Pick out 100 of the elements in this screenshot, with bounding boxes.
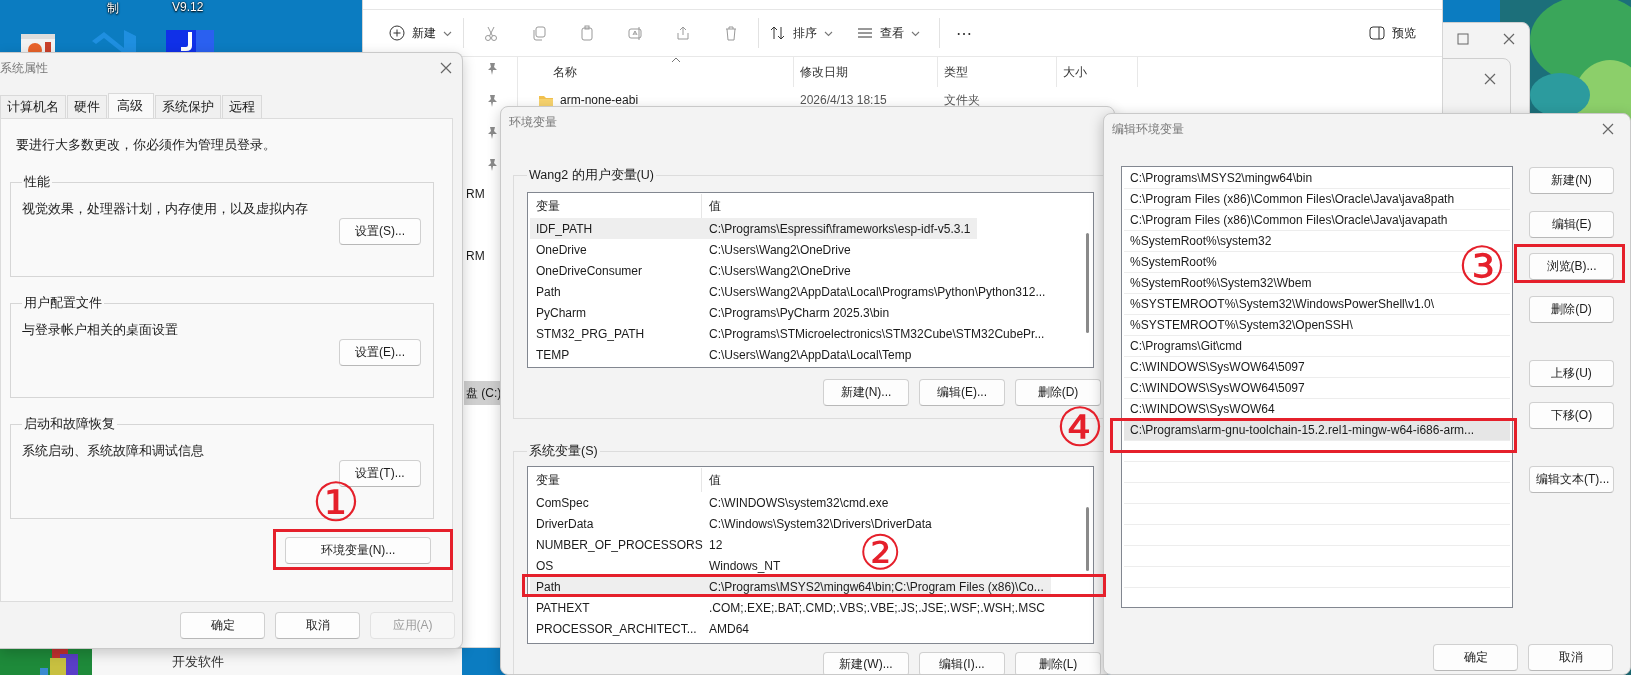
- paste-icon[interactable]: [579, 25, 595, 41]
- table-cell[interactable]: C:\Users\Wang2\OneDrive: [702, 260, 858, 281]
- list-item[interactable]: C:\Programs\MSYS2\mingw64\bin: [1124, 168, 1510, 189]
- variable-button[interactable]: 删除(L): [1015, 652, 1101, 674]
- table-cell[interactable]: C:\Programs\STMicroelectronics\STM32Cube\STM32CubePr...: [702, 323, 1052, 344]
- cube-icon[interactable]: [0, 648, 92, 675]
- variable-button[interactable]: 新建(W)...: [823, 652, 909, 674]
- table-cell[interactable]: PyCharm: [530, 302, 702, 323]
- table-cell[interactable]: OneDrive: [530, 239, 702, 260]
- table-cell[interactable]: AMD64: [702, 618, 756, 639]
- pin-icon[interactable]: [486, 126, 498, 140]
- dialog-button[interactable]: 取消: [1528, 644, 1613, 671]
- table-cell[interactable]: Path: [530, 281, 702, 302]
- table-cell[interactable]: C:\Programs\PyCharm 2025.3\bin: [702, 302, 897, 323]
- table-cell[interactable]: OS: [530, 555, 702, 576]
- close-icon[interactable]: [1503, 33, 1515, 45]
- tab[interactable]: 系统保护: [155, 95, 221, 118]
- share-icon[interactable]: [675, 25, 691, 41]
- tab[interactable]: 硬件: [67, 95, 107, 118]
- window-title: 系统属性: [0, 59, 48, 77]
- list-item[interactable]: C:\Programs\Git\cmd: [1124, 336, 1510, 357]
- column-header[interactable]: 类型: [938, 57, 1057, 87]
- settings-button[interactable]: 设置(S)...: [339, 218, 421, 245]
- desktop-icon-label[interactable]: V9.12: [172, 0, 204, 14]
- settings-button[interactable]: 设置(E)...: [339, 339, 421, 366]
- table-cell[interactable]: 12: [702, 534, 730, 555]
- nav-item[interactable]: RM: [464, 185, 487, 203]
- file-name[interactable]: arm-none-eabi: [560, 93, 639, 107]
- table-cell[interactable]: IDF_PATH: [530, 218, 702, 239]
- scrollbar[interactable]: [1086, 507, 1089, 571]
- table-cell[interactable]: C:\Programs\Espressif\frameworks\esp-idf-v5.3.1: [702, 218, 978, 239]
- list-button[interactable]: 新建(N): [1529, 167, 1614, 194]
- list-button[interactable]: 上移(U): [1529, 360, 1614, 387]
- list-button[interactable]: 下移(O): [1529, 402, 1614, 429]
- list-item[interactable]: C:\WINDOWS\SysWOW64\5097: [1124, 357, 1510, 378]
- list-button[interactable]: 编辑(E): [1529, 211, 1614, 238]
- table-cell[interactable]: PATHEXT: [530, 597, 702, 618]
- list-item[interactable]: %SYSTEMROOT%\System32\WindowsPowerShell\v1.0\: [1124, 294, 1510, 315]
- app-icon[interactable]: [166, 30, 214, 54]
- cut-icon[interactable]: [483, 25, 499, 41]
- table-cell[interactable]: .COM;.EXE;.BAT;.CMD;.VBS;.VBE;.JS;.JSE;.WSF;.WSH;.MSC: [702, 597, 1052, 618]
- table-cell[interactable]: Windows_NT: [702, 555, 788, 576]
- list-item[interactable]: C:\WINDOWS\SysWOW64\5097: [1124, 378, 1510, 399]
- table-cell[interactable]: PROCESSOR_ARCHITECT...: [530, 618, 702, 639]
- close-icon[interactable]: [1602, 123, 1614, 135]
- view-button[interactable]: 查看: [849, 17, 928, 49]
- list-item[interactable]: C:\Program Files (x86)\Common Files\Oracle\Java\java8path: [1124, 189, 1510, 210]
- nav-item[interactable]: RM: [464, 247, 487, 265]
- sort-button[interactable]: 排序: [762, 17, 841, 49]
- table-cell[interactable]: C:\Users\Wang2\OneDrive: [702, 239, 858, 260]
- maximize-icon[interactable]: [1457, 33, 1469, 45]
- pin-icon[interactable]: [486, 94, 498, 108]
- dialog-button[interactable]: 取消: [275, 612, 360, 639]
- dialog-button[interactable]: 确定: [1433, 644, 1518, 671]
- list-item[interactable]: C:\WINDOWS\SysWOW64: [1124, 399, 1510, 420]
- variable-button[interactable]: 新建(N)...: [823, 379, 909, 406]
- environment-variables-button[interactable]: 环境变量(N)...: [285, 537, 431, 564]
- new-button[interactable]: 新建: [381, 17, 460, 49]
- desktop-icon-label[interactable]: 制: [107, 0, 119, 17]
- tab[interactable]: 高级: [108, 93, 154, 118]
- table-cell[interactable]: C:\Users\Wang2\AppData\Local\Programs\Python\Python312...: [702, 281, 1053, 302]
- list-item[interactable]: C:\Programs\arm-gnu-toolchain-15.2.rel1-mingw-w64-i686-arm...: [1124, 420, 1510, 441]
- column-header[interactable]: 变量: [530, 468, 702, 492]
- table-cell[interactable]: STM32_PRG_PATH: [530, 323, 702, 344]
- app-icon[interactable]: [90, 30, 138, 54]
- group-label: 系统变量(S): [529, 444, 598, 458]
- table-cell[interactable]: DriverData: [530, 513, 702, 534]
- list-item[interactable]: %SYSTEMROOT%\System32\OpenSSH\: [1124, 315, 1510, 336]
- more-button[interactable]: ⋯: [949, 17, 979, 49]
- table-cell[interactable]: TEMP: [530, 344, 702, 365]
- list-button[interactable]: 删除(D): [1529, 296, 1614, 323]
- pin-icon[interactable]: [486, 62, 498, 76]
- list-button[interactable]: 浏览(B)...: [1529, 253, 1614, 280]
- list-button[interactable]: 编辑文本(T)...: [1529, 466, 1614, 493]
- column-header[interactable]: 名称: [518, 57, 794, 87]
- variable-button[interactable]: 删除(D): [1015, 379, 1101, 406]
- close-icon[interactable]: [440, 62, 452, 74]
- table-cell[interactable]: NUMBER_OF_PROCESSORS: [530, 534, 702, 555]
- delete-icon[interactable]: [723, 25, 739, 41]
- column-header[interactable]: 修改日期: [794, 57, 938, 87]
- rename-icon[interactable]: [627, 25, 643, 41]
- variable-button[interactable]: 编辑(E)...: [919, 379, 1005, 406]
- list-item[interactable]: C:\Program Files (x86)\Common Files\Oracle\Java\javapath: [1124, 210, 1510, 231]
- item-label[interactable]: 开发软件: [172, 653, 224, 671]
- table-cell[interactable]: OneDriveConsumer: [530, 260, 702, 281]
- column-header[interactable]: 值: [702, 195, 728, 217]
- table-cell[interactable]: C:\WINDOWS\system32\cmd.exe: [702, 492, 896, 513]
- dialog-button[interactable]: 确定: [180, 612, 265, 639]
- pin-icon[interactable]: [486, 158, 498, 172]
- scrollbar[interactable]: [1086, 233, 1089, 333]
- table-cell[interactable]: ComSpec: [530, 492, 702, 513]
- copy-icon[interactable]: [531, 25, 547, 41]
- tab[interactable]: 远程: [222, 95, 262, 118]
- column-header[interactable]: 值: [702, 469, 728, 491]
- close-icon[interactable]: [1484, 73, 1496, 85]
- column-header[interactable]: 大小: [1057, 57, 1138, 87]
- tab[interactable]: 计算机名: [0, 95, 66, 118]
- preview-button[interactable]: 预览: [1361, 17, 1424, 49]
- variable-button[interactable]: 编辑(I)...: [919, 652, 1005, 674]
- table-cell[interactable]: C:\Users\Wang2\AppData\Local\Temp: [702, 344, 919, 365]
